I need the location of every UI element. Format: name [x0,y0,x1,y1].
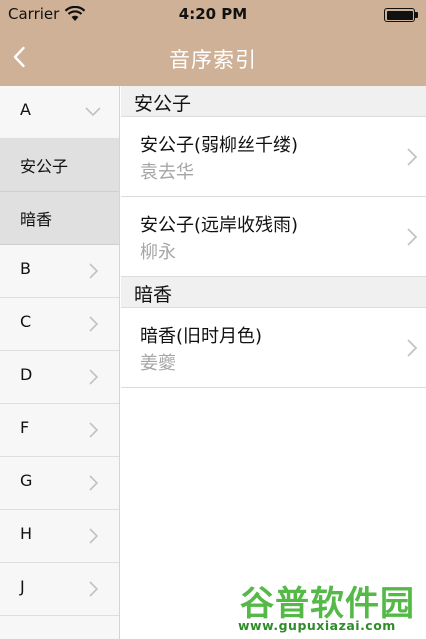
list-item[interactable]: 暗香(旧时月色) 姜夔 [121,308,426,388]
alphabet-index-sidebar: A 安公子 暗香 B C D F G H J [0,86,120,639]
section-header: 暗香 [121,277,426,308]
sidebar-item-label: G [20,471,33,490]
chevron-down-icon [85,107,101,117]
battery-full-icon [384,8,418,22]
chevron-right-icon [407,148,418,166]
back-button[interactable] [6,38,46,76]
sidebar-item-an-gong-zi[interactable]: 安公子 [0,139,119,192]
poem-author: 袁去华 [140,162,194,183]
chevron-right-icon [89,369,99,385]
chevron-right-icon [89,475,99,491]
sidebar-item-label: D [20,365,33,384]
chevron-right-icon [407,228,418,246]
poem-title: 暗香(旧时月色) [140,326,263,347]
status-time: 4:20 PM [178,5,248,23]
watermark: 谷普软件园 www.gupuxiazai.com [234,574,426,639]
sidebar-item-label: H [20,524,33,543]
poem-list: 安公子 安公子(弱柳丝千缕) 袁去华 安公子(远岸收残雨) 柳永 暗香 暗香(旧… [121,86,426,639]
sidebar-item-c[interactable]: C [0,298,119,351]
sidebar-item-an-xiang[interactable]: 暗香 [0,192,119,245]
navigation-bar: 音序索引 [0,28,426,86]
chevron-right-icon [89,263,99,279]
sidebar-item-g[interactable]: G [0,457,119,510]
chevron-left-icon [13,46,25,68]
poem-author: 姜夔 [140,353,176,374]
sidebar-item-f[interactable]: F [0,404,119,457]
sidebar-item-label: B [20,259,31,278]
sidebar-item-label: C [20,312,32,331]
sidebar-item-label: F [20,418,30,437]
list-item[interactable]: 安公子(远岸收残雨) 柳永 [121,197,426,277]
list-item[interactable]: 安公子(弱柳丝千缕) 袁去华 [121,117,426,197]
sidebar-item-a[interactable]: A [0,86,119,139]
sidebar-item-h[interactable]: H [0,510,119,563]
chevron-right-icon [407,339,418,357]
chevron-right-icon [89,422,99,438]
sidebar-item-label: 安公子 [20,157,69,176]
chevron-right-icon [89,581,99,597]
sidebar-item-d[interactable]: D [0,351,119,404]
chevron-right-icon [89,316,99,332]
sidebar-item-label: J [20,577,25,596]
sidebar-item-label: A [20,100,31,119]
sidebar-item-label: 暗香 [20,210,53,229]
sidebar-item-j[interactable]: J [0,563,119,616]
poem-author: 柳永 [140,242,176,263]
poem-title: 安公子(远岸收残雨) [140,215,299,236]
section-header: 安公子 [121,86,426,117]
watermark-url: www.gupuxiazai.com [238,618,396,633]
sidebar-item-b[interactable]: B [0,245,119,298]
poem-title: 安公子(弱柳丝千缕) [140,135,299,156]
page-title: 音序索引 [169,48,257,72]
chevron-right-icon [89,528,99,544]
status-bar: Carrier 4:20 PM [0,0,426,28]
